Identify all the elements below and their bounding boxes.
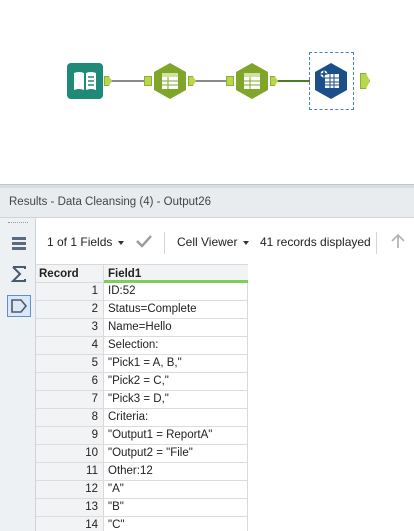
table-row[interactable]: 8 Criteria: [36, 409, 248, 427]
field1-cell[interactable]: Selection: [104, 337, 248, 354]
cell-viewer-label: Cell Viewer [177, 235, 238, 249]
formula-icon[interactable] [234, 62, 270, 99]
column-header-record[interactable]: Record [36, 265, 104, 282]
checkmark-icon[interactable] [136, 234, 152, 251]
field1-cell[interactable]: "A" [104, 481, 248, 498]
sum-icon[interactable] [7, 263, 31, 285]
results-grid: Record Field1 1 ID:52 2 Status=Complete 3 Nam… [36, 264, 248, 531]
table-row[interactable]: 6 "Pick2 = C," [36, 373, 248, 391]
results-title: Results - Data Cleansing (4) - Output26 [9, 196, 211, 208]
input-anchor[interactable] [144, 76, 152, 86]
divider [164, 232, 165, 254]
table-row[interactable]: 2 Status=Complete [36, 301, 248, 319]
table-row[interactable]: 7 "Pick3 = D," [36, 391, 248, 409]
connector [278, 80, 310, 82]
table-row[interactable]: 1 ID:52 [36, 283, 248, 301]
record-number-cell: 2 [36, 301, 104, 318]
results-sidebar [0, 218, 36, 531]
record-number-cell: 13 [36, 499, 104, 516]
field1-cell[interactable]: Other:12 [104, 463, 248, 480]
connector [112, 80, 144, 82]
table-row[interactable]: 9 "Output1 = ReportA" [36, 427, 248, 445]
record-number-cell: 12 [36, 481, 104, 498]
field1-cell[interactable]: "C" [104, 517, 248, 531]
field1-cell[interactable]: "Output1 = ReportA" [104, 427, 248, 444]
field1-cell[interactable]: "Pick2 = C," [104, 373, 248, 390]
field1-cell[interactable]: "B" [104, 499, 248, 516]
cell-viewer-dropdown[interactable]: Cell Viewer [177, 235, 250, 249]
list-icon[interactable] [7, 233, 31, 255]
browse-output-icon[interactable] [313, 62, 349, 99]
record-number-cell: 14 [36, 517, 104, 531]
record-number-cell: 1 [36, 283, 104, 300]
grip-handle[interactable] [8, 222, 28, 224]
column-header-field1[interactable]: Field1 [104, 265, 248, 283]
formula-icon[interactable] [152, 62, 188, 99]
workflow-canvas[interactable] [0, 0, 414, 184]
field1-cell[interactable]: Criteria: [104, 409, 248, 426]
record-number-cell: 4 [36, 337, 104, 354]
record-number-cell: 8 [36, 409, 104, 426]
results-header: Results - Data Cleansing (4) - Output26 [0, 188, 414, 218]
output-anchor[interactable] [360, 73, 370, 89]
field1-cell[interactable]: Status=Complete [104, 301, 248, 318]
grid-body: 1 ID:52 2 Status=Complete 3 Name=Hello 4 Select… [36, 283, 248, 531]
table-row[interactable]: 12 "A" [36, 481, 248, 499]
table-row[interactable]: 10 "Output2 = "File" [36, 445, 248, 463]
fields-dropdown[interactable]: 1 of 1 Fields [47, 235, 125, 249]
connector [196, 80, 226, 82]
grid-header: Record Field1 [36, 264, 248, 283]
table-row[interactable]: 13 "B" [36, 499, 248, 517]
record-number-cell: 5 [36, 355, 104, 372]
table-row[interactable]: 4 Selection: [36, 337, 248, 355]
record-number-cell: 6 [36, 373, 104, 390]
table-row[interactable]: 3 Name=Hello [36, 319, 248, 337]
chevron-down-icon [243, 240, 250, 245]
output-anchor[interactable] [188, 76, 196, 86]
tag-icon[interactable] [7, 295, 31, 317]
output-anchor[interactable] [270, 76, 278, 86]
field1-cell[interactable]: "Pick3 = D," [104, 391, 248, 408]
fields-label: 1 of 1 Fields [47, 235, 113, 249]
field1-cell[interactable]: ID:52 [104, 283, 248, 300]
results-toolbar: 1 of 1 Fields Cell Viewer 41 records dis… [36, 226, 414, 260]
record-number-cell: 9 [36, 427, 104, 444]
record-number-cell: 3 [36, 319, 104, 336]
table-row[interactable]: 14 "C" [36, 517, 248, 531]
chevron-down-icon [118, 240, 125, 245]
records-count: 41 records displayed [260, 235, 371, 249]
record-number-cell: 10 [36, 445, 104, 462]
book-input-icon[interactable] [67, 63, 103, 99]
record-number-cell: 7 [36, 391, 104, 408]
input-anchor[interactable] [226, 76, 234, 86]
divider [376, 232, 377, 254]
table-row[interactable]: 11 Other:12 [36, 463, 248, 481]
up-arrow-icon[interactable] [390, 233, 406, 252]
field1-cell[interactable]: Name=Hello [104, 319, 248, 336]
output-anchor[interactable] [104, 76, 112, 86]
record-number-cell: 11 [36, 463, 104, 480]
field1-cell[interactable]: "Pick1 = A, B," [104, 355, 248, 372]
table-row[interactable]: 5 "Pick1 = A, B," [36, 355, 248, 373]
field1-cell[interactable]: "Output2 = "File" [104, 445, 248, 462]
